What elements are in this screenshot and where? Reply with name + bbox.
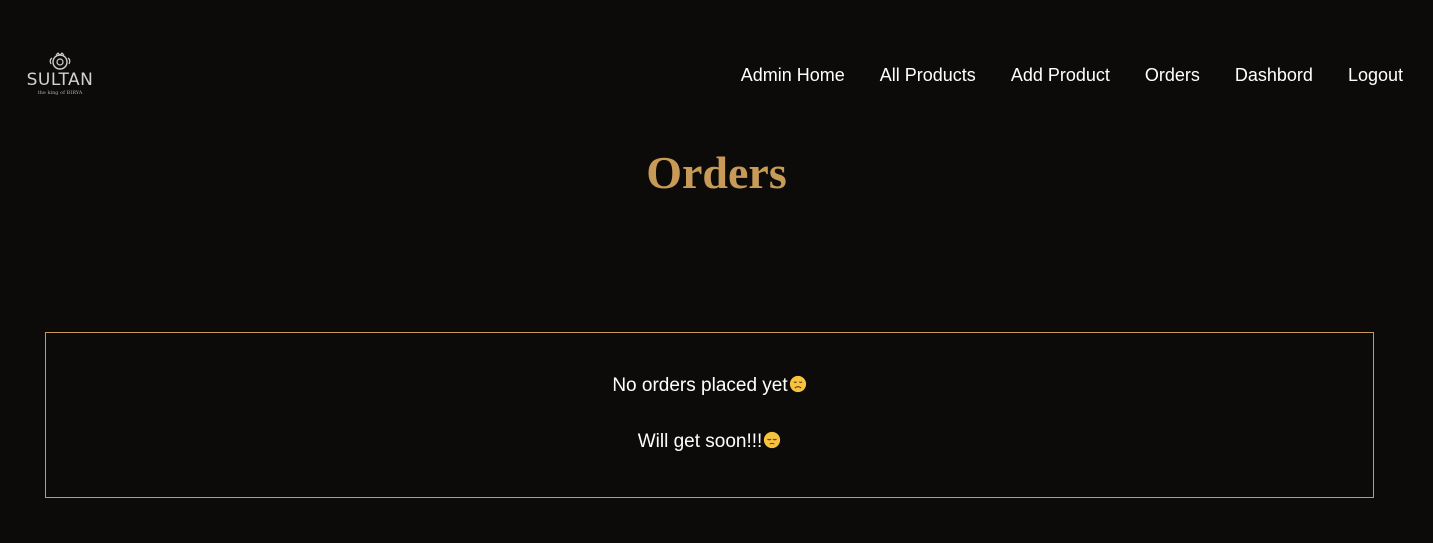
- brand-tagline: the king of BIRYA: [37, 90, 83, 96]
- empty-orders-panel: No orders placed yet Will get soon!!!: [45, 332, 1374, 498]
- empty-message-line: No orders placed yet: [46, 374, 1373, 398]
- main-nav: Admin Home All Products Add Product Orde…: [741, 64, 1403, 86]
- page-title: Orders: [646, 147, 787, 198]
- nav-all-products[interactable]: All Products: [880, 64, 976, 86]
- crown-crest-icon: [49, 52, 71, 70]
- nav-orders[interactable]: Orders: [1145, 64, 1200, 86]
- disappointed-face-icon: [789, 375, 806, 393]
- nav-add-product[interactable]: Add Product: [1011, 64, 1110, 86]
- brand-logo[interactable]: SULTAN the king of BIRYA: [24, 52, 96, 100]
- no-orders-text: No orders placed yet: [612, 375, 788, 396]
- brand-name: SULTAN: [26, 70, 94, 90]
- pensive-face-icon: [764, 431, 781, 449]
- will-get-soon-text: Will get soon!!!: [637, 431, 763, 452]
- nav-admin-home[interactable]: Admin Home: [741, 64, 845, 86]
- nav-dashbord[interactable]: Dashbord: [1235, 64, 1313, 86]
- nav-logout[interactable]: Logout: [1348, 64, 1403, 86]
- empty-message-line: Will get soon!!!: [46, 430, 1373, 454]
- site-header: SULTAN the king of BIRYA Admin Home All …: [0, 0, 1433, 140]
